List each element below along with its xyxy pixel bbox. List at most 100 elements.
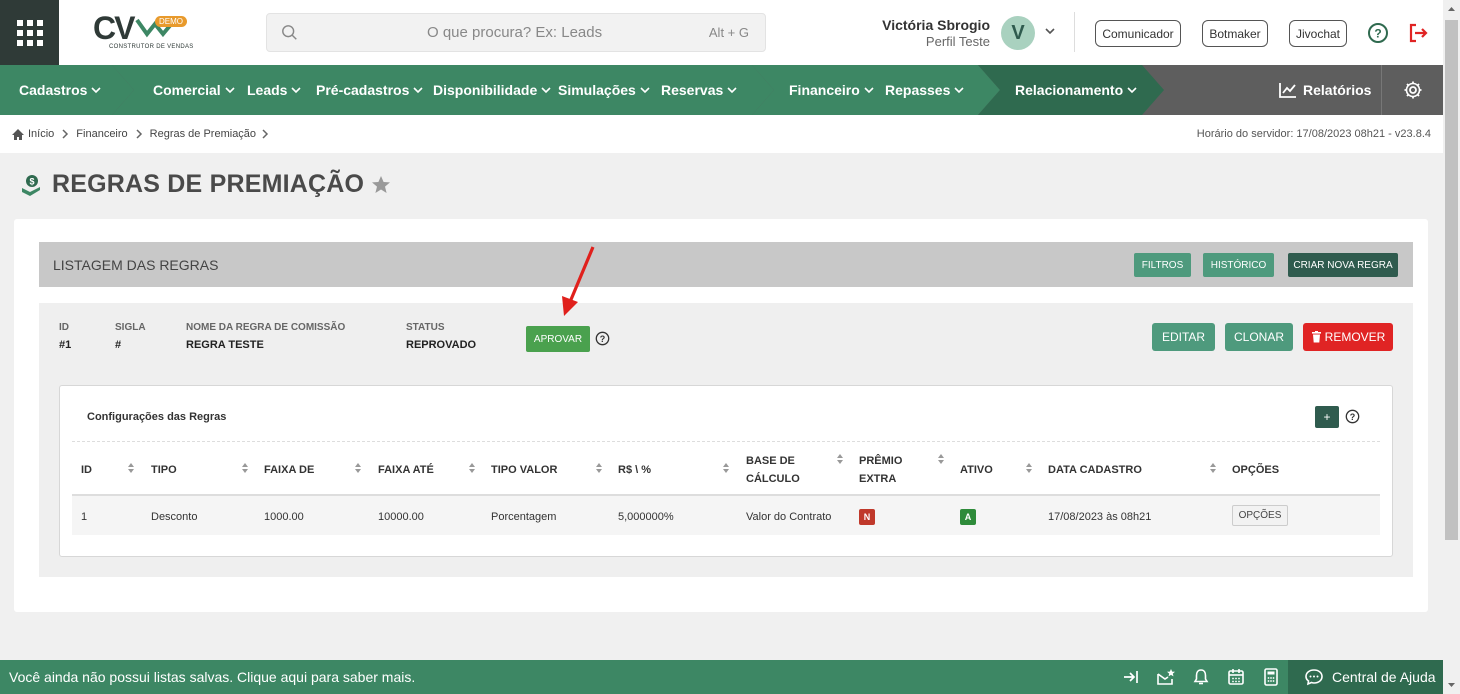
options-button[interactable]: OPÇÕES bbox=[1232, 505, 1288, 526]
mail-star-icon[interactable] bbox=[1156, 668, 1176, 686]
sort-icon[interactable] bbox=[468, 462, 476, 474]
help-icon[interactable]: ? bbox=[1367, 22, 1389, 44]
remove-button[interactable]: REMOVER bbox=[1303, 323, 1393, 351]
rule-status-label: STATUS bbox=[406, 322, 445, 333]
botmaker-button[interactable]: Botmaker bbox=[1202, 20, 1268, 47]
sort-icon[interactable] bbox=[937, 453, 945, 465]
saved-lists-message[interactable]: Você ainda não possui listas salvas. Cli… bbox=[9, 669, 415, 685]
sort-icon[interactable] bbox=[1209, 462, 1217, 474]
nav-comercial[interactable]: Comercial bbox=[153, 65, 235, 115]
user-profile: Perfil Teste bbox=[925, 34, 990, 49]
star-icon[interactable] bbox=[370, 174, 392, 196]
nav-label: Leads bbox=[247, 82, 288, 98]
user-name: Victória Sbrogio bbox=[882, 17, 990, 33]
breadcrumb-home[interactable]: Início bbox=[11, 128, 54, 141]
app-logo[interactable]: CV DEMO CONSTRUTOR DE VENDAS bbox=[89, 0, 219, 65]
column-header-ativo[interactable]: ATIVO bbox=[960, 461, 993, 479]
nav-disponibilidade[interactable]: Disponibilidade bbox=[433, 65, 551, 115]
avatar[interactable]: V bbox=[1001, 16, 1035, 50]
sort-icon[interactable] bbox=[127, 462, 135, 474]
calculator-icon[interactable] bbox=[1263, 668, 1279, 686]
sort-icon[interactable] bbox=[354, 462, 362, 474]
search-input[interactable]: O que procura? Ex: Leads bbox=[427, 24, 602, 41]
approve-button[interactable]: APROVAR bbox=[526, 326, 590, 352]
award-hand-icon: $ bbox=[22, 174, 40, 196]
listing-header: LISTAGEM DAS REGRAS FILTROS HISTÓRICO CR… bbox=[39, 242, 1413, 287]
main-nav: Cadastros Comercial Leads Pré-cadastros … bbox=[0, 65, 1443, 115]
sort-icon[interactable] bbox=[595, 462, 603, 474]
cell-data: 17/08/2023 às 08h21 bbox=[1048, 511, 1152, 523]
nav-repasses[interactable]: Repasses bbox=[885, 65, 964, 115]
breadcrumb-financeiro[interactable]: Financeiro bbox=[76, 128, 127, 140]
logout-icon[interactable] bbox=[1407, 22, 1429, 44]
help-icon[interactable]: ? bbox=[595, 331, 610, 346]
cell-base: Valor do Contrato bbox=[746, 511, 832, 523]
sort-icon[interactable] bbox=[722, 462, 730, 474]
bell-icon[interactable] bbox=[1193, 668, 1209, 686]
nav-relatorios[interactable]: Relatórios bbox=[1278, 65, 1371, 115]
scroll-up-icon[interactable] bbox=[1443, 2, 1460, 16]
collapse-right-icon[interactable] bbox=[1122, 668, 1140, 686]
apps-menu-button[interactable] bbox=[0, 0, 59, 65]
column-header-tipo[interactable]: TIPO bbox=[151, 461, 177, 479]
sort-icon[interactable] bbox=[1025, 462, 1033, 474]
table-divider bbox=[72, 441, 1380, 442]
help-center-button[interactable]: Central de Ajuda bbox=[1288, 660, 1443, 694]
column-header-opcoes: OPÇÕES bbox=[1232, 464, 1280, 476]
cell-faixa-ate: 10000.00 bbox=[378, 511, 424, 523]
rule-status-field: STATUS REPROVADO bbox=[406, 322, 476, 351]
add-config-button[interactable]: + bbox=[1315, 406, 1339, 428]
history-button[interactable]: HISTÓRICO bbox=[1203, 253, 1274, 277]
cell-tipo: Desconto bbox=[151, 511, 198, 523]
svg-text:?: ? bbox=[600, 334, 606, 344]
nav-financeiro[interactable]: Financeiro bbox=[789, 65, 874, 115]
cell-id: 1 bbox=[81, 511, 88, 523]
logo-text: CV bbox=[93, 10, 135, 46]
scroll-down-icon[interactable] bbox=[1443, 678, 1460, 692]
column-header-base[interactable]: BASE DE CÁLCULO bbox=[746, 452, 826, 488]
edit-button[interactable]: EDITAR bbox=[1152, 323, 1215, 351]
nav-pre-cadastros[interactable]: Pré-cadastros bbox=[316, 65, 423, 115]
global-search[interactable]: O que procura? Ex: Leads Alt + G bbox=[266, 13, 766, 52]
settings-button[interactable] bbox=[1381, 65, 1443, 115]
jivochat-button[interactable]: Jivochat bbox=[1289, 20, 1347, 47]
create-rule-button[interactable]: CRIAR NOVA REGRA bbox=[1288, 253, 1398, 277]
config-title: Configurações das Regras bbox=[87, 411, 227, 423]
chevron-down-icon[interactable] bbox=[1044, 26, 1056, 36]
column-header-tipo-valor[interactable]: TIPO VALOR bbox=[491, 461, 557, 479]
clone-button[interactable]: CLONAR bbox=[1225, 323, 1293, 351]
rule-id-label: ID bbox=[59, 322, 69, 333]
column-header-faixa-ate[interactable]: FAIXA ATÉ bbox=[378, 461, 434, 479]
user-info[interactable]: Victória Sbrogio Perfil Teste bbox=[850, 17, 990, 49]
scrollbar-thumb[interactable] bbox=[1445, 20, 1458, 540]
nav-simulacoes[interactable]: Simulações bbox=[558, 65, 650, 115]
column-header-premio-extra[interactable]: PRÊMIO EXTRA bbox=[859, 452, 919, 488]
sort-icon[interactable] bbox=[836, 453, 844, 465]
rule-name-field: NOME DA REGRA DE COMISSÃO REGRA TESTE bbox=[186, 322, 345, 351]
filters-button[interactable]: FILTROS bbox=[1134, 253, 1191, 277]
nav-relacionamento[interactable]: Relacionamento bbox=[1015, 65, 1137, 115]
chevron-down-icon bbox=[541, 87, 551, 94]
breadcrumb-regras[interactable]: Regras de Premiação bbox=[150, 128, 256, 140]
sort-icon[interactable] bbox=[241, 462, 249, 474]
nav-reservas[interactable]: Reservas bbox=[661, 65, 737, 115]
nav-cadastros[interactable]: Cadastros bbox=[19, 65, 102, 115]
column-header-id[interactable]: ID bbox=[81, 461, 92, 479]
vertical-scrollbar[interactable] bbox=[1443, 0, 1460, 694]
comunicador-button[interactable]: Comunicador bbox=[1095, 20, 1181, 47]
column-header-data[interactable]: DATA CADASTRO bbox=[1048, 461, 1142, 479]
breadcrumb: Início Financeiro Regras de Premiação Ho… bbox=[0, 115, 1443, 153]
top-header: CV DEMO CONSTRUTOR DE VENDAS O que procu… bbox=[0, 0, 1443, 65]
trash-icon bbox=[1311, 331, 1321, 343]
rule-name-value: REGRA TESTE bbox=[186, 339, 264, 351]
search-shortcut-hint: Alt + G bbox=[708, 25, 749, 40]
nav-label: Relacionamento bbox=[1015, 82, 1124, 98]
ativo-badge: A bbox=[960, 509, 976, 525]
chart-line-icon bbox=[1279, 83, 1296, 98]
calendar-icon[interactable] bbox=[1227, 668, 1245, 686]
column-header-faixa-de[interactable]: FAIXA DE bbox=[264, 461, 314, 479]
column-header-valor[interactable]: R$ \ % bbox=[618, 461, 651, 479]
help-icon[interactable]: ? bbox=[1345, 409, 1360, 424]
gear-icon bbox=[1404, 81, 1421, 99]
nav-leads[interactable]: Leads bbox=[247, 65, 302, 115]
